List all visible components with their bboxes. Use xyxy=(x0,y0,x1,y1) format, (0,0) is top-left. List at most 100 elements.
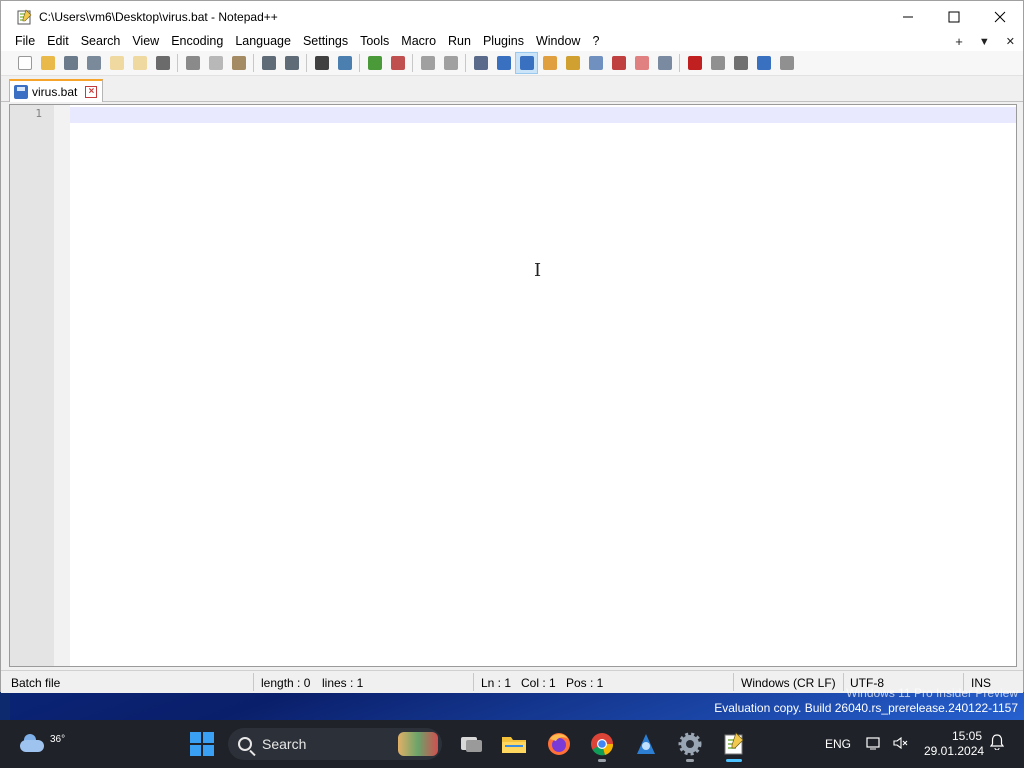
tab-virus-bat[interactable]: virus.bat × xyxy=(9,79,103,102)
sync-vertical-icon xyxy=(420,56,435,70)
monitoring-button[interactable] xyxy=(653,52,676,74)
word-wrap-button[interactable] xyxy=(469,52,492,74)
undo-button[interactable] xyxy=(257,52,280,74)
menu-settings[interactable]: Settings xyxy=(297,32,354,51)
menu-plugins[interactable]: Plugins xyxy=(477,32,530,51)
sync-horizontal-button[interactable] xyxy=(439,52,462,74)
menu-help[interactable]: ? xyxy=(586,32,605,51)
search-highlight-image xyxy=(398,732,438,756)
folder-as-workspace-button[interactable] xyxy=(630,52,653,74)
cut-icon xyxy=(185,56,200,70)
fold-margin[interactable] xyxy=(54,105,70,666)
menu-edit[interactable]: Edit xyxy=(41,32,75,51)
line-number: 1 xyxy=(35,107,42,120)
notepadpp-icon xyxy=(17,8,33,25)
function-list-icon xyxy=(611,56,626,70)
minimize-icon xyxy=(903,16,913,17)
taskbar-file-explorer[interactable] xyxy=(498,728,530,760)
close-file-button[interactable] xyxy=(105,52,128,74)
indent-guide-button[interactable] xyxy=(515,52,538,74)
doc-list-icon xyxy=(588,56,603,70)
save-button[interactable] xyxy=(59,52,82,74)
weather-widget[interactable]: 36° xyxy=(18,728,65,758)
firefox-icon xyxy=(548,733,570,755)
sync-vertical-button[interactable] xyxy=(416,52,439,74)
close-doc-icon[interactable]: ✕ xyxy=(1006,35,1015,48)
zoom-out-icon xyxy=(390,56,405,70)
taskbar-firefox[interactable] xyxy=(543,728,575,760)
menu-search[interactable]: Search xyxy=(75,32,127,51)
taskbar-settings[interactable] xyxy=(674,728,706,762)
menu-language[interactable]: Language xyxy=(229,32,297,51)
print-icon xyxy=(155,56,170,70)
taskbar-app[interactable] xyxy=(630,728,662,760)
volume-muted-icon[interactable] xyxy=(892,735,908,751)
menu-window[interactable]: Window xyxy=(530,32,586,51)
new-file-button[interactable] xyxy=(13,52,36,74)
playback-button[interactable] xyxy=(729,52,752,74)
run-macro-multiple-icon xyxy=(756,56,771,70)
taskbar-notepadpp[interactable] xyxy=(718,728,750,762)
save-macro-button[interactable] xyxy=(775,52,798,74)
menu-encoding[interactable]: Encoding xyxy=(165,32,229,51)
menu-tools[interactable]: Tools xyxy=(354,32,395,51)
replace-button[interactable] xyxy=(333,52,356,74)
search-placeholder: Search xyxy=(262,736,307,752)
redo-button[interactable] xyxy=(280,52,303,74)
title-bar[interactable]: C:\Users\vm6\Desktop\virus.bat - Notepad… xyxy=(1,1,1023,32)
udl-button[interactable] xyxy=(538,52,561,74)
paste-button[interactable] xyxy=(227,52,250,74)
zoom-in-button[interactable] xyxy=(363,52,386,74)
zoom-out-button[interactable] xyxy=(386,52,409,74)
function-list-button[interactable] xyxy=(607,52,630,74)
open-file-button[interactable] xyxy=(36,52,59,74)
save-icon xyxy=(63,56,78,70)
status-pos: Pos : 1 xyxy=(566,676,604,690)
maximize-button[interactable] xyxy=(931,1,977,32)
minimize-button[interactable] xyxy=(885,1,931,32)
doc-list-button[interactable] xyxy=(584,52,607,74)
menu-run[interactable]: Run xyxy=(442,32,477,51)
taskbar-search[interactable]: Search xyxy=(228,728,442,760)
udl-icon xyxy=(542,56,557,70)
run-macro-multiple-button[interactable] xyxy=(752,52,775,74)
taskbar: 36° Search ENG 15:05 29.01.2024 xyxy=(0,720,1024,768)
toolbar-separator xyxy=(177,54,178,72)
status-length: length : 0 xyxy=(261,676,311,690)
stop-record-button[interactable] xyxy=(706,52,729,74)
close-button[interactable] xyxy=(977,1,1023,32)
network-icon[interactable] xyxy=(866,735,882,751)
menu-file[interactable]: File xyxy=(9,32,41,51)
task-view-button[interactable] xyxy=(455,728,487,760)
status-ln: Ln : 1 xyxy=(481,676,512,690)
tab-list-dropdown-icon[interactable]: ▼ xyxy=(979,36,990,48)
input-language[interactable]: ENG xyxy=(825,737,851,751)
cut-button[interactable] xyxy=(181,52,204,74)
copy-button[interactable] xyxy=(204,52,227,74)
menu-macro[interactable]: Macro xyxy=(395,32,442,51)
find-button[interactable] xyxy=(310,52,333,74)
show-all-chars-button[interactable] xyxy=(492,52,515,74)
system-clock[interactable]: 15:05 29.01.2024 xyxy=(924,729,984,759)
copy-icon xyxy=(208,56,223,70)
start-button[interactable] xyxy=(190,732,214,756)
new-tab-plus-icon[interactable]: + xyxy=(955,34,963,49)
notification-bell-icon[interactable] xyxy=(990,734,1004,750)
save-all-button[interactable] xyxy=(82,52,105,74)
redo-icon xyxy=(284,56,299,70)
doc-map-button[interactable] xyxy=(561,52,584,74)
search-icon xyxy=(238,737,252,751)
record-macro-button[interactable] xyxy=(683,52,706,74)
print-button[interactable] xyxy=(151,52,174,74)
record-macro-icon xyxy=(687,56,702,70)
save-all-icon xyxy=(86,56,101,70)
taskbar-chrome[interactable] xyxy=(586,728,618,762)
editor-area[interactable]: 1 I xyxy=(9,104,1017,667)
close-tab-icon[interactable]: × xyxy=(85,85,98,98)
close-all-button[interactable] xyxy=(128,52,151,74)
menu-view[interactable]: View xyxy=(126,32,165,51)
status-lines: lines : 1 xyxy=(322,676,364,690)
watermark-edition: Windows 11 Pro Insider Preview xyxy=(846,686,1018,700)
undo-icon xyxy=(261,56,276,70)
status-col: Col : 1 xyxy=(521,676,556,690)
